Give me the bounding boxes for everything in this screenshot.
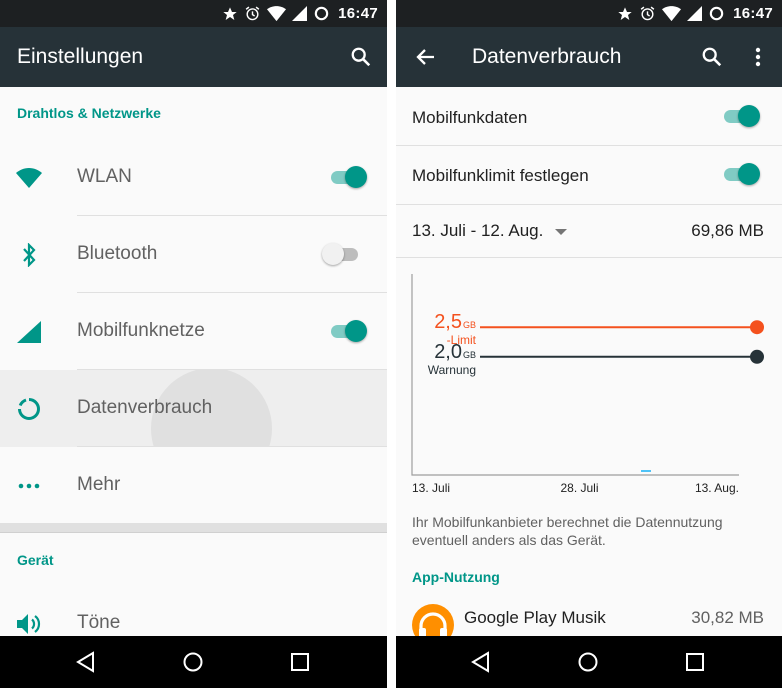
star-icon: [618, 6, 632, 20]
threshold-label-1: Warnung: [428, 363, 476, 377]
back-button[interactable]: [412, 44, 438, 70]
volume-icon: [16, 611, 42, 637]
billing-cycle-selector[interactable]: 13. Juli - 12. Aug.: [412, 221, 568, 241]
app-bar: Einstellungen: [0, 27, 387, 87]
cellular-signal-icon: [16, 319, 42, 345]
app-name: Google Play Musik: [464, 608, 606, 627]
wifi-status-icon: [662, 5, 682, 21]
settings-item-label: Mobilfunknetze: [77, 320, 205, 341]
home-circle-icon: [578, 652, 598, 672]
settings-item-label: Töne: [77, 612, 121, 633]
app-usage-item[interactable]: Google Play Musik 30,82 MB: [396, 598, 782, 646]
home-nav-button[interactable]: [577, 651, 599, 673]
back-nav-button[interactable]: [75, 651, 97, 673]
x-tick-label: 13. Aug.: [695, 481, 739, 495]
arrow-back-icon: [416, 49, 434, 65]
section-header-device: Gerät: [17, 552, 54, 568]
threshold-unit-1: GB: [463, 350, 476, 360]
page-title: Datenverbrauch: [472, 45, 622, 68]
settings-item-data-usage[interactable]: Datenverbrauch: [0, 370, 387, 447]
mobile-data-toggle[interactable]: [722, 104, 760, 128]
settings-item-label: Bluetooth: [77, 243, 158, 264]
wifi-icon: [16, 165, 42, 191]
threshold-handle-1: [750, 349, 764, 364]
billing-cycle-label: 13. Juli - 12. Aug.: [412, 221, 544, 240]
mobile-networks-toggle[interactable]: [329, 319, 367, 343]
wlan-toggle[interactable]: [329, 165, 367, 189]
settings-item-bluetooth[interactable]: Bluetooth: [0, 216, 387, 293]
app-usage-header: App-Nutzung: [412, 569, 500, 585]
home-nav-button[interactable]: [182, 651, 204, 673]
x-tick-label: 13. Juli: [412, 481, 450, 495]
navigation-bar: [396, 636, 782, 688]
app-bar: Datenverbrauch: [396, 27, 782, 87]
search-button[interactable]: [348, 44, 374, 70]
alarm-icon: [640, 6, 655, 21]
settings-screen: 16:47 Einstellungen Drahtlos & Netzwerke…: [0, 0, 387, 688]
home-circle-icon: [183, 652, 203, 672]
recents-nav-button[interactable]: [684, 651, 706, 673]
settings-item-label: Mehr: [77, 474, 121, 495]
carrier-note: Ihr Mobilfunkanbieter berechnet die Date…: [412, 514, 723, 548]
settings-item-more[interactable]: Mehr: [0, 447, 387, 524]
settings-item-label: WLAN: [77, 166, 132, 187]
recents-square-icon: [291, 653, 309, 671]
recents-nav-button[interactable]: [289, 651, 311, 673]
status-bar: 16:47: [396, 0, 782, 27]
search-icon: [351, 47, 371, 67]
recents-square-icon: [686, 653, 704, 671]
search-button[interactable]: [699, 44, 725, 70]
more-vert-icon: [755, 47, 761, 67]
status-bar: 16:47: [0, 0, 387, 27]
section-header-wireless: Drahtlos & Netzwerke: [17, 105, 161, 121]
sync-status-icon: [709, 6, 724, 21]
threshold-value-1: 2,0: [434, 341, 462, 363]
mobile-data-label: Mobilfunkdaten: [412, 108, 528, 127]
data-usage-chart: 2,5 GB-Limit2,0 GBWarnung13. Juli 28. Juli 1…: [411, 274, 764, 495]
set-limit-label: Mobilfunklimit festlegen: [412, 166, 589, 185]
overflow-menu-button[interactable]: [745, 44, 771, 70]
settings-item-mobile-networks[interactable]: Mobilfunknetze: [0, 293, 387, 370]
mobile-data-row[interactable]: Mobilfunkdaten: [396, 87, 782, 145]
back-triangle-icon: [76, 651, 94, 673]
back-nav-button[interactable]: [470, 651, 492, 673]
status-time: 16:47: [733, 5, 773, 22]
status-time: 16:47: [338, 5, 378, 22]
x-tick-label: 28. Juli: [560, 481, 598, 495]
star-icon: [223, 6, 237, 20]
more-dots-icon: [16, 473, 42, 499]
threshold-handle-0: [750, 320, 764, 335]
dropdown-caret-icon: [555, 228, 568, 235]
settings-item-label: Datenverbrauch: [77, 397, 213, 418]
signal-status-icon: [687, 6, 703, 21]
signal-status-icon: [292, 6, 308, 21]
data-usage-icon: [16, 396, 42, 422]
data-usage-screen: 16:47 Datenverbrauch Mobilfunkdaten Mobi…: [396, 0, 782, 688]
search-icon: [702, 47, 722, 67]
set-limit-toggle[interactable]: [722, 162, 760, 186]
alarm-icon: [245, 6, 260, 21]
sync-status-icon: [314, 6, 329, 21]
back-triangle-icon: [471, 651, 489, 673]
navigation-bar: [0, 636, 387, 688]
divider: [396, 257, 782, 258]
section-separator: [0, 523, 387, 533]
threshold-unit-0: GB: [463, 320, 476, 330]
billing-cycle-row[interactable]: 13. Juli - 12. Aug. 69,86 MB: [396, 205, 782, 257]
cycle-total-value: 69,86 MB: [691, 221, 764, 240]
bluetooth-toggle[interactable]: [322, 242, 360, 266]
set-limit-row[interactable]: Mobilfunklimit festlegen: [396, 146, 782, 204]
threshold-value-0: 2,5: [434, 311, 462, 333]
wifi-status-icon: [267, 5, 287, 21]
settings-item-wlan[interactable]: WLAN: [0, 139, 387, 216]
page-title: Einstellungen: [17, 45, 144, 68]
app-data-size: 30,82 MB: [691, 608, 764, 627]
bluetooth-icon: [16, 242, 42, 268]
